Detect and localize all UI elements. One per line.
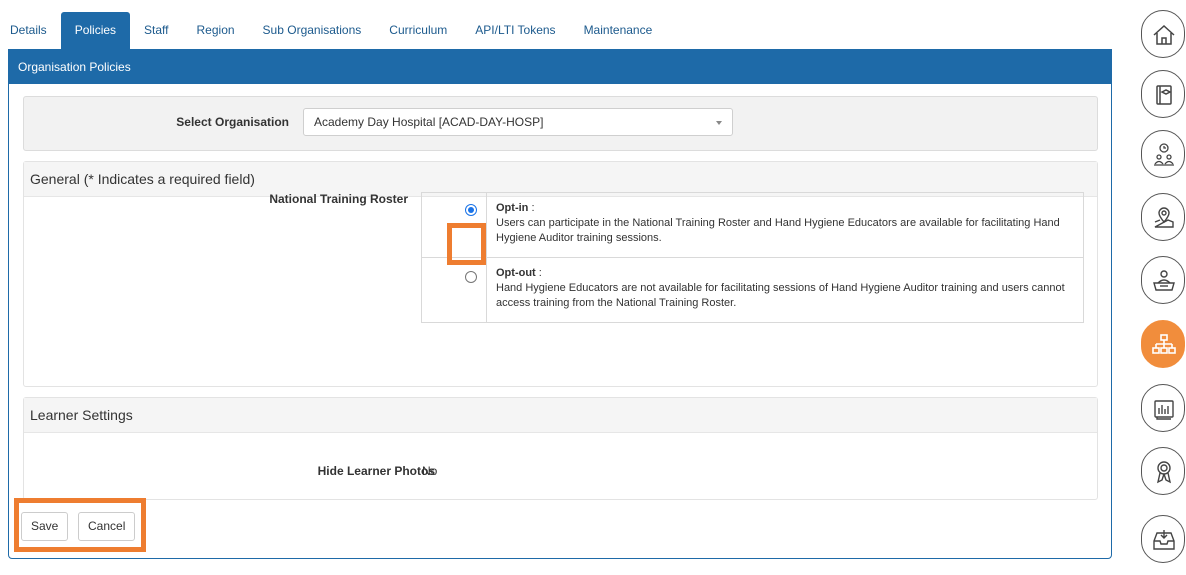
opt-in-radio[interactable] (465, 204, 477, 216)
radio-cell (422, 258, 487, 323)
learner-settings-title: Learner Settings (24, 398, 1097, 433)
organisation-hierarchy-icon[interactable] (1141, 320, 1185, 368)
tab-bar: Details Policies Staff Region Sub Organi… (10, 12, 666, 49)
general-section: General (* Indicates a required field) N… (23, 161, 1098, 387)
course-book-icon[interactable] (1141, 70, 1185, 118)
tab-staff[interactable]: Staff (130, 12, 182, 49)
scheduled-sessions-icon[interactable] (1141, 130, 1185, 178)
organisation-selector-box: Select Organisation Academy Day Hospital… (23, 96, 1098, 151)
opt-out-description: Hand Hygiene Educators are not available… (496, 282, 1065, 309)
award-ribbon-icon[interactable] (1141, 447, 1185, 495)
tab-maintenance[interactable]: Maintenance (570, 12, 667, 49)
reports-chart-icon[interactable] (1141, 384, 1185, 432)
organisation-select-value: Academy Day Hospital [ACAD-DAY-HOSP] (314, 115, 544, 129)
learner-settings-section: Learner Settings Hide Learner Photos No (23, 397, 1098, 500)
tab-sub-organisations[interactable]: Sub Organisations (249, 12, 376, 49)
panel-title: Organisation Policies (9, 50, 1111, 84)
select-organisation-label: Select Organisation (176, 115, 289, 129)
tab-policies[interactable]: Policies (60, 12, 131, 49)
tab-region[interactable]: Region (183, 12, 249, 49)
opt-in-highlight-box (447, 223, 486, 265)
opt-in-text: Opt-in : Users can participate in the Na… (496, 201, 1076, 246)
hide-learner-photos-value: No (422, 464, 438, 478)
organisation-select[interactable]: Academy Day Hospital [ACAD-DAY-HOSP] (303, 108, 733, 136)
home-icon[interactable] (1141, 10, 1185, 58)
option-separator: : (535, 267, 542, 279)
tab-api-lti-tokens[interactable]: API/LTI Tokens (461, 12, 569, 49)
opt-out-radio[interactable] (465, 271, 477, 283)
tab-details[interactable]: Details (10, 12, 61, 49)
option-row-opt-in: Opt-in : Users can participate in the Na… (422, 193, 1083, 258)
tab-curriculum[interactable]: Curriculum (375, 12, 461, 49)
opt-out-text: Opt-out : Hand Hygiene Educators are not… (496, 266, 1076, 311)
policies-panel: Organisation Policies Select Organisatio… (8, 49, 1112, 559)
option-separator: : (528, 202, 535, 214)
opt-in-description: Users can participate in the National Tr… (496, 217, 1060, 244)
location-map-icon[interactable] (1141, 193, 1185, 241)
opt-in-title: Opt-in (496, 202, 529, 214)
inbox-download-icon[interactable] (1141, 515, 1185, 563)
buttons-highlight-box (14, 498, 146, 552)
national-training-roster-label: National Training Roster (269, 192, 408, 206)
learner-desk-icon[interactable] (1141, 256, 1185, 304)
hide-learner-photos-label: Hide Learner Photos (317, 464, 435, 478)
chevron-down-icon (716, 121, 722, 125)
opt-out-title: Opt-out (496, 267, 536, 279)
option-row-opt-out: Opt-out : Hand Hygiene Educators are not… (422, 258, 1083, 323)
roster-options-table: Opt-in : Users can participate in the Na… (421, 192, 1084, 323)
